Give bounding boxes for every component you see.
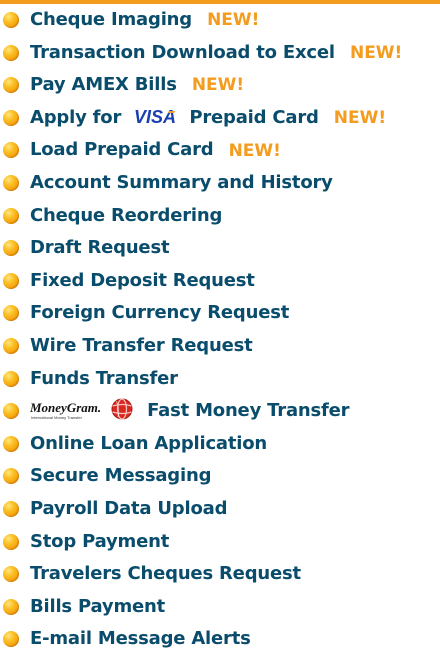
new-badge: NEW! (349, 42, 403, 63)
item-label-after-logo[interactable]: Prepaid Card (189, 107, 319, 128)
bullet-icon (3, 77, 19, 94)
bullet-icon (3, 370, 19, 387)
item-label[interactable]: Online Loan Application (30, 433, 267, 454)
feature-list: Cheque Imaging NEW! Transaction Download… (0, 4, 440, 656)
new-badge: NEW! (228, 140, 281, 161)
bullet-icon (3, 337, 19, 354)
bullet-icon (3, 598, 19, 615)
bullet-icon (3, 566, 19, 583)
list-item-fast-money-transfer[interactable]: MoneyGram. International Money Transfer … (0, 395, 440, 428)
bullet-icon (3, 142, 19, 159)
list-item-foreign-currency-request[interactable]: Foreign Currency Request (0, 297, 440, 330)
bullet-icon (3, 109, 19, 126)
item-label[interactable]: Cheque Reordering (30, 205, 222, 226)
list-item-transaction-download[interactable]: Transaction Download to Excel NEW! (0, 37, 440, 70)
visa-logo-text: VISA (134, 108, 176, 126)
visa-logo-icon: VISA (134, 108, 176, 126)
bullet-icon (3, 468, 19, 485)
bullet-icon (3, 403, 19, 420)
list-item-bills-payment[interactable]: Bills Payment (0, 591, 440, 624)
item-label[interactable]: E-mail Message Alerts (30, 628, 251, 649)
bullet-icon (3, 500, 19, 517)
list-item-stop-payment[interactable]: Stop Payment (0, 526, 440, 559)
item-label[interactable]: Cheque Imaging (30, 9, 192, 30)
list-item-fixed-deposit-request[interactable]: Fixed Deposit Request (0, 265, 440, 298)
visa-logo-accent (168, 111, 176, 114)
new-badge: NEW! (333, 107, 387, 128)
bullet-icon (3, 174, 19, 191)
list-item-cheque-reordering[interactable]: Cheque Reordering (0, 200, 440, 233)
item-label-before-logo[interactable]: Apply for (30, 107, 121, 128)
list-item-online-loan-application[interactable]: Online Loan Application (0, 428, 440, 461)
item-label[interactable]: Secure Messaging (30, 466, 211, 487)
list-item-funds-transfer[interactable]: Funds Transfer (0, 363, 440, 396)
bullet-icon (3, 435, 19, 452)
moneygram-logo-icon: MoneyGram. International Money Transfer (30, 398, 133, 420)
moneygram-globe-icon (111, 398, 133, 420)
bullet-icon (3, 631, 19, 648)
item-label[interactable]: Transaction Download to Excel (30, 42, 335, 63)
item-label[interactable]: Fast Money Transfer (147, 400, 349, 421)
list-item-secure-messaging[interactable]: Secure Messaging (0, 460, 440, 493)
item-label[interactable]: Bills Payment (30, 596, 165, 617)
moneygram-tagline: International Money Transfer (31, 415, 83, 420)
item-label[interactable]: Travelers Cheques Request (30, 563, 301, 584)
list-item-cheque-imaging[interactable]: Cheque Imaging NEW! (0, 4, 440, 37)
new-badge: NEW! (207, 10, 260, 31)
list-item-payroll-data-upload[interactable]: Payroll Data Upload (0, 493, 440, 526)
list-item-email-message-alerts[interactable]: E-mail Message Alerts (0, 623, 440, 656)
item-label[interactable]: Load Prepaid Card (30, 140, 214, 161)
item-label[interactable]: Funds Transfer (30, 368, 178, 389)
bullet-icon (3, 533, 19, 550)
moneygram-wordmark: MoneyGram. (30, 400, 101, 415)
item-label[interactable]: Pay AMEX Bills (30, 74, 177, 95)
item-label[interactable]: Draft Request (30, 237, 170, 258)
list-item-apply-visa-prepaid-card[interactable]: Apply for VISA Prepaid Card NEW! (0, 102, 440, 135)
list-item-pay-amex-bills[interactable]: Pay AMEX Bills NEW! (0, 69, 440, 102)
bullet-icon (3, 272, 19, 289)
item-label[interactable]: Fixed Deposit Request (30, 270, 255, 291)
bullet-icon (3, 305, 19, 322)
list-item-load-prepaid-card[interactable]: Load Prepaid Card NEW! (0, 134, 440, 167)
bullet-icon (3, 12, 19, 28)
list-item-draft-request[interactable]: Draft Request (0, 232, 440, 265)
list-item-wire-transfer-request[interactable]: Wire Transfer Request (0, 330, 440, 363)
item-label[interactable]: Wire Transfer Request (30, 335, 253, 356)
bullet-icon (3, 240, 19, 257)
item-label[interactable]: Stop Payment (30, 531, 169, 552)
new-badge: NEW! (191, 75, 245, 96)
item-label[interactable]: Account Summary and History (30, 172, 333, 193)
bullet-icon (3, 207, 19, 224)
list-item-travelers-cheques-request[interactable]: Travelers Cheques Request (0, 558, 440, 591)
bullet-icon (3, 44, 19, 61)
item-label[interactable]: Foreign Currency Request (30, 303, 289, 324)
item-label[interactable]: Payroll Data Upload (30, 498, 227, 519)
list-item-account-summary[interactable]: Account Summary and History (0, 167, 440, 200)
